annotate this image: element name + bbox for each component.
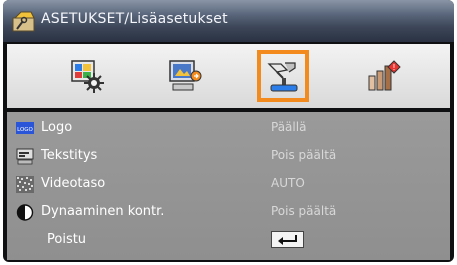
menu-item-value: Päällä: [271, 120, 307, 134]
menu-item-dynamic-contrast[interactable]: Dynaaminen kontr. Pois päältä: [7, 200, 450, 225]
logo-icon: LOGO: [16, 122, 34, 134]
enter-key-button[interactable]: [271, 231, 304, 248]
menu-header: ASETUKSET/Lisäasetukset: [3, 0, 454, 42]
menu-item-value: Pois päältä: [271, 204, 337, 218]
menu-item-label: Dynaaminen kontr.: [41, 204, 165, 219]
menu-item-value: AUTO: [271, 176, 305, 190]
settings-wrench-icon: [12, 11, 35, 32]
video-noise-icon: [16, 176, 34, 193]
menu-item-video-level[interactable]: Videotaso AUTO: [7, 172, 450, 197]
dynamic-contrast-icon: [16, 204, 34, 221]
tab-image[interactable]: [61, 50, 113, 102]
svg-text:!: !: [392, 63, 395, 72]
menu-item-label: Tekstitys: [41, 148, 98, 163]
menu-list: LOGO Logo Päällä Tekstitys Pois päältä V…: [7, 112, 450, 260]
menu-item-exit[interactable]: Poistu: [7, 228, 450, 253]
menu-item-logo[interactable]: LOGO Logo Päällä: [7, 116, 450, 141]
tab-display[interactable]: [159, 50, 211, 102]
menu-item-label: Poistu: [47, 232, 87, 247]
image-settings-icon: [71, 60, 104, 93]
menu-item-value: Pois päältä: [271, 148, 337, 162]
setup-settings-icon: [267, 62, 298, 92]
tab-options[interactable]: !: [357, 50, 409, 102]
display-settings-icon: [169, 60, 202, 91]
tab-setup[interactable]: [257, 50, 309, 102]
menu-item-caption[interactable]: Tekstitys Pois päältä: [7, 144, 450, 169]
options-settings-icon: !: [368, 60, 401, 91]
logo-badge-text: LOGO: [17, 127, 33, 133]
osd-menu: ASETUKSET/Lisäasetukset ! LOGO Logo Pääl…: [3, 0, 454, 262]
enter-key-icon: [278, 235, 297, 245]
caption-icon: [16, 148, 34, 165]
menu-item-label: Logo: [41, 120, 73, 135]
menu-item-label: Videotaso: [41, 176, 106, 191]
tab-bar: !: [7, 44, 450, 108]
page-title: ASETUKSET/Lisäasetukset: [41, 11, 228, 27]
